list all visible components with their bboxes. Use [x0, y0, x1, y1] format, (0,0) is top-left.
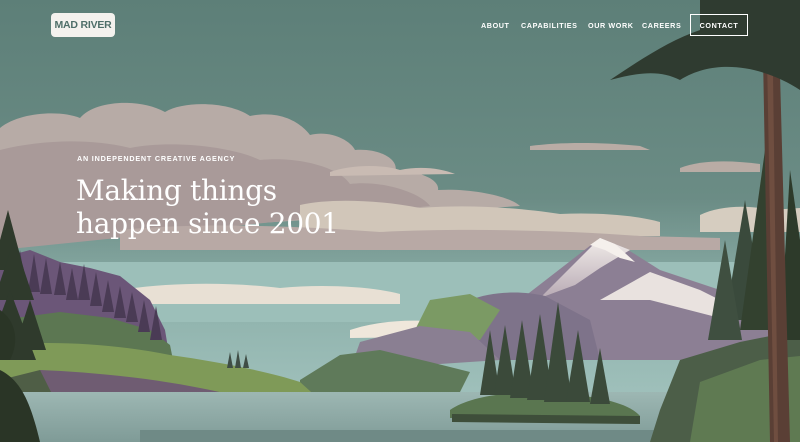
hero-headline-line-1: Making things: [76, 174, 277, 207]
nav-item-careers[interactable]: CAREERS: [642, 21, 681, 30]
nav-item-about[interactable]: ABOUT: [481, 21, 510, 30]
hero-eyebrow: AN INDEPENDENT CREATIVE AGENCY: [77, 154, 236, 163]
nav-item-our-work[interactable]: OUR WORK: [588, 21, 634, 30]
contact-button-label: CONTACT: [699, 20, 739, 30]
logo-text: MAD RIVER: [54, 19, 112, 31]
logo[interactable]: MAD RIVER: [51, 13, 115, 37]
hero-headline: Making things happen since 2001: [76, 174, 339, 240]
contact-button[interactable]: CONTACT: [690, 14, 748, 36]
hero-headline-line-2: happen since 2001: [76, 207, 339, 240]
nav-item-capabilities[interactable]: CAPABILITIES: [521, 21, 578, 30]
